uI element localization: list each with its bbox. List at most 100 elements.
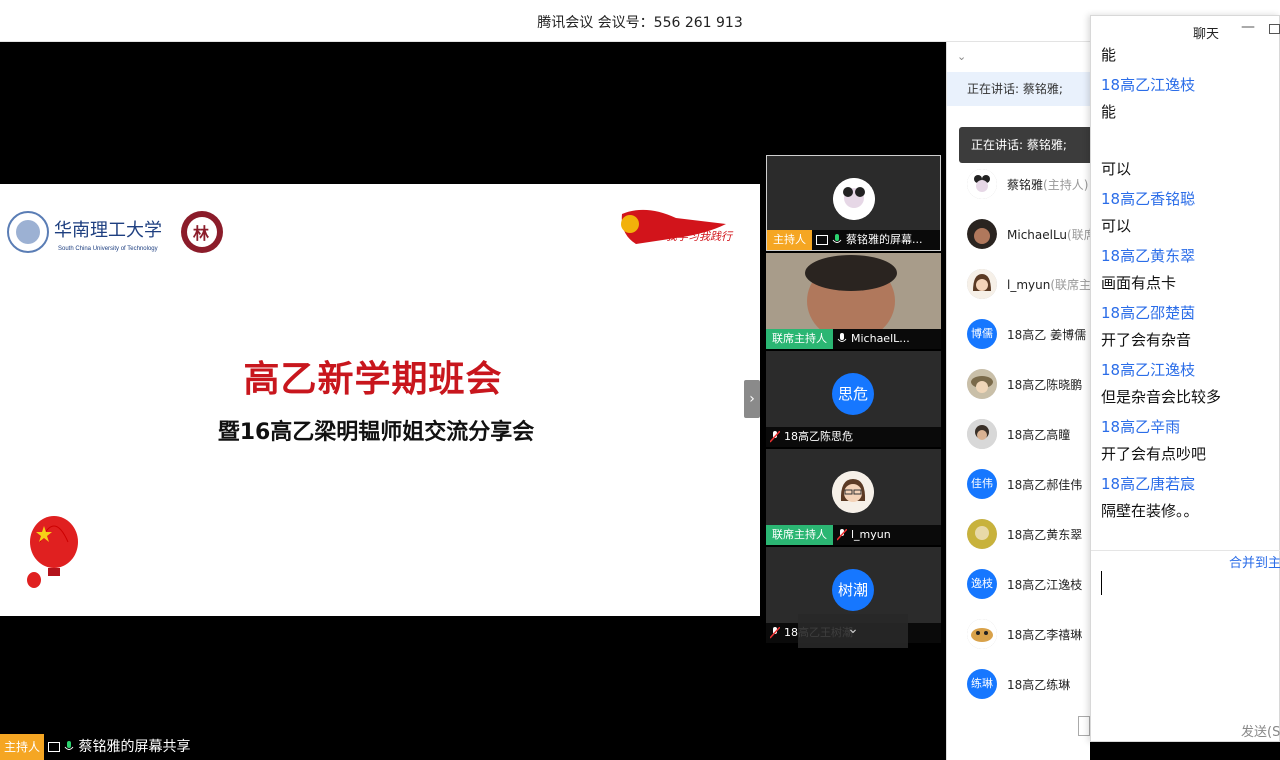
balloon-icon xyxy=(27,516,78,588)
collapse-strip-button[interactable]: ⌄ xyxy=(798,614,908,648)
video-tile[interactable]: 思危 18高乙陈思危 xyxy=(766,351,941,447)
university-logo: 华南理工大学 South China University of Technol… xyxy=(7,211,223,253)
chat-text: 能 xyxy=(1101,46,1117,64)
chevron-down-icon[interactable]: ⌄ xyxy=(957,50,966,63)
slide-sub-title: 暨16高乙梁明韫师姐交流分享会 xyxy=(217,420,535,445)
title-bar: 腾讯会议 会议号：556 261 913 xyxy=(0,0,1280,42)
chat-sender: 18高乙香铭聪 xyxy=(1101,190,1196,208)
member-name: 18高乙郝佳伟 xyxy=(1007,478,1083,492)
chat-text: 开了会有点吵吧 xyxy=(1101,445,1207,463)
next-page-arrow-icon[interactable]: › xyxy=(744,380,760,418)
camera-video xyxy=(766,253,941,341)
screen-share-name: 蔡铭雅的屏幕共享 xyxy=(78,739,191,755)
member-name: 18高乙陈晓鹏 xyxy=(1007,378,1083,392)
chat-text: 画面有点卡 xyxy=(1101,274,1177,292)
tile-name: 18高乙陈思危 xyxy=(784,430,853,443)
chat-text: 能 xyxy=(1101,103,1117,121)
shared-slide: 华南理工大学 South China University of Technol… xyxy=(0,184,760,616)
mic-muted-icon xyxy=(770,431,780,443)
member-item[interactable]: 蔡铭雅(主持人) xyxy=(947,164,1091,204)
member-name: 18高乙李禧琳 xyxy=(1007,628,1083,642)
chat-sender: 18高乙江逸枝 xyxy=(1101,76,1196,94)
chat-sender: 18高乙辛雨 xyxy=(1101,418,1181,436)
member-name: l_myun(联席主 xyxy=(1007,278,1092,292)
member-name: MichaelLu(联席 xyxy=(1007,228,1096,242)
avatar-text: 佳伟 xyxy=(967,469,997,499)
chat-text: 可以 xyxy=(1101,217,1132,235)
cohost-badge: 联席主持人 xyxy=(766,329,833,349)
chat-text: 开了会有杂音 xyxy=(1101,331,1192,349)
video-tile[interactable]: 联席主持人 l_myun xyxy=(766,449,941,545)
merge-to-main-link[interactable]: 合并到主 xyxy=(1229,552,1280,571)
member-item[interactable]: 18高乙陈晓鹏 xyxy=(947,364,1091,404)
member-item[interactable]: 佳伟 18高乙郝佳伟 xyxy=(947,464,1091,504)
avatar xyxy=(967,269,997,299)
mic-on-icon xyxy=(832,234,842,243)
member-item[interactable]: 18高乙李禧琳 xyxy=(947,614,1091,654)
avatar xyxy=(967,219,997,249)
chat-sender: 18高乙黄东翠 xyxy=(1101,247,1196,265)
chat-text: 但是杂音会比较多 xyxy=(1101,388,1222,406)
mic-muted-icon xyxy=(770,627,780,639)
chat-title-bar: 聊天 — xyxy=(1091,16,1280,46)
checkbox[interactable] xyxy=(1078,716,1090,736)
member-item[interactable]: 博儒 18高乙 姜博儒 xyxy=(947,314,1091,354)
active-speaker-status: 主持人 蔡铭雅的屏幕共享 xyxy=(0,734,300,760)
member-name: 18高乙 姜博儒 xyxy=(1007,328,1087,342)
speaking-indicator: 正在讲话: 蔡铭雅; xyxy=(947,72,1091,106)
tile-label: 18高乙陈思危 xyxy=(766,427,941,447)
member-item[interactable]: 练琳 18高乙练琳 xyxy=(947,664,1091,704)
chevron-down-icon: ⌄ xyxy=(847,621,859,637)
tile-name: 蔡铭雅的屏幕... xyxy=(846,233,923,246)
member-name: 18高乙黄东翠 xyxy=(1007,528,1083,542)
slide-main-title: 高乙新学期班会 xyxy=(243,359,503,400)
member-item[interactable]: MichaelLu(联席 xyxy=(947,214,1096,254)
minimize-icon[interactable]: — xyxy=(1241,19,1255,35)
avatar-text: 思危 xyxy=(832,373,874,415)
chat-divider xyxy=(1091,550,1280,551)
mic-icon xyxy=(837,333,847,342)
chat-text: 隔壁在装修。。 xyxy=(1101,502,1199,520)
member-item[interactable]: 18高乙黄东翠 xyxy=(947,514,1091,554)
tile-name: l_myun xyxy=(851,528,891,541)
member-name: 18高乙江逸枝 xyxy=(1007,578,1083,592)
screen-share-icon xyxy=(48,742,61,752)
avatar xyxy=(967,619,997,649)
chat-title: 聊天 xyxy=(1193,27,1220,42)
member-name: 18高乙高瞳 xyxy=(1007,428,1071,442)
avatar xyxy=(967,169,997,199)
chat-messages: 能 18高乙江逸枝 能 可以 18高乙香铭聪 可以 18高乙黄东翠 画面有点卡 … xyxy=(1091,46,1280,550)
video-strip: 主持人 蔡铭雅的屏幕... 联席主持人 MichaelL... 思危 18高乙陈思危 xyxy=(766,155,942,645)
mic-on-icon xyxy=(64,741,74,750)
send-button[interactable]: 发送(S xyxy=(1241,721,1280,740)
window-title: 腾讯会议 会议号：556 261 913 xyxy=(537,15,743,31)
avatar xyxy=(967,369,997,399)
screen-share-stage: 华南理工大学 South China University of Technol… xyxy=(0,42,946,760)
mic-muted-icon xyxy=(837,529,847,541)
avatar-text: 博儒 xyxy=(967,319,997,349)
party-logo: 我学习我践行 xyxy=(621,209,734,244)
tooltip-text: 正在讲话: 蔡铭雅; xyxy=(971,138,1067,152)
video-tile[interactable]: 主持人 蔡铭雅的屏幕... xyxy=(766,155,941,251)
member-name: 18高乙练琳 xyxy=(1007,678,1071,692)
avatar xyxy=(967,519,997,549)
chat-input[interactable] xyxy=(1101,571,1102,595)
member-item[interactable]: 逸枝 18高乙江逸枝 xyxy=(947,564,1091,604)
avatar xyxy=(967,419,997,449)
member-item[interactable]: 18高乙高瞳 xyxy=(947,414,1091,454)
svg-text:我学习我践行: 我学习我践行 xyxy=(666,230,734,243)
avatar-text: 树潮 xyxy=(832,569,874,611)
chat-text: 可以 xyxy=(1101,160,1132,178)
cohost-badge: 联席主持人 xyxy=(766,525,833,545)
svg-text:South China University of Tech: South China University of Technology xyxy=(58,246,158,252)
host-badge: 主持人 xyxy=(0,734,45,760)
meeting-app: 腾讯会议 会议号：556 261 913 华南理工大学 South China … xyxy=(0,0,1280,760)
avatar xyxy=(832,471,874,513)
chat-window: 聊天 — 能 18高乙江逸枝 能 可以 18高乙香铭聪 可以 18高乙黄东翠 画… xyxy=(1090,15,1280,742)
avatar-text: 逸枝 xyxy=(967,569,997,599)
member-item[interactable]: l_myun(联席主 xyxy=(947,264,1091,304)
maximize-icon[interactable] xyxy=(1269,24,1280,34)
video-tile[interactable]: 联席主持人 MichaelL... xyxy=(766,253,941,349)
screen-share-icon xyxy=(816,235,828,245)
chat-sender: 18高乙江逸枝 xyxy=(1101,361,1196,379)
